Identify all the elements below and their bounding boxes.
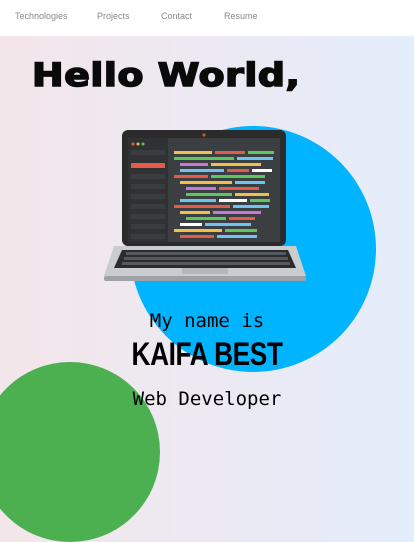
hero-name: KAIFA BEST — [131, 336, 283, 372]
hero-intro: My name is — [149, 310, 265, 332]
hero-role: Web Developer — [132, 388, 282, 410]
nav-link-projects[interactable]: Projects — [97, 11, 130, 21]
nav-link-contact[interactable]: Contact — [161, 11, 192, 21]
nav-link-resume[interactable]: Resume — [224, 11, 258, 21]
nav-link-technologies[interactable]: Technologies — [15, 11, 68, 21]
hero-greeting: Hello World, — [31, 55, 301, 95]
top-nav: Technologies Projects Contact Resume — [0, 0, 414, 36]
laptop-code-icon — [104, 130, 306, 281]
